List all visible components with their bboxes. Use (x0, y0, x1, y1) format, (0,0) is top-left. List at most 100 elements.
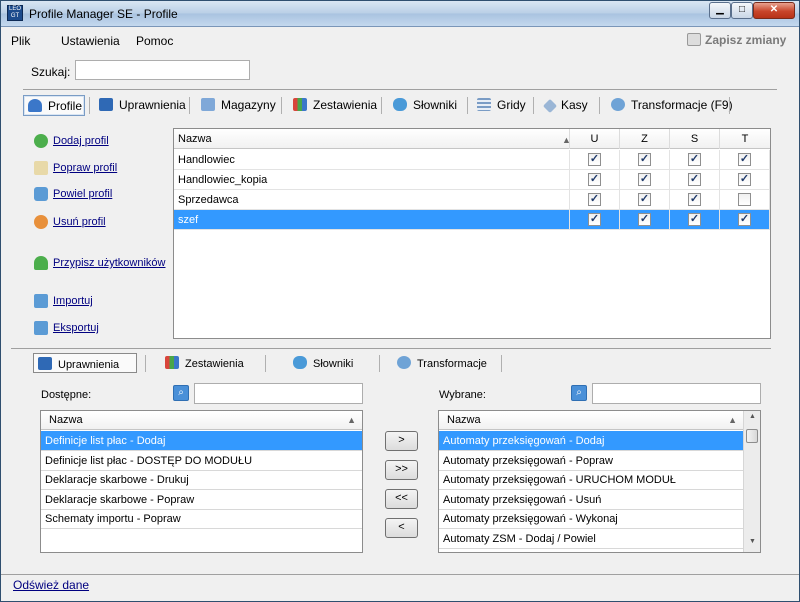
list-item[interactable]: Automaty przeksięgowań - Wykonaj (439, 509, 743, 529)
permission-checkbox[interactable]: ✓ (638, 213, 651, 226)
tab-slowniki[interactable]: Słowniki (393, 95, 457, 116)
scrollbar[interactable]: ▲ ▼ (743, 411, 760, 552)
transform-icon (397, 356, 411, 369)
menu-plik[interactable]: Plik (11, 34, 30, 48)
tab-uprawnienia[interactable]: Uprawnienia (99, 95, 186, 116)
selected-label: Wybrane: (439, 389, 486, 401)
import-link[interactable]: Importuj (53, 295, 93, 307)
edit-profile-link[interactable]: Popraw profil (53, 162, 117, 174)
profile-name-cell: Handlowiec_kopia (174, 170, 570, 190)
list-item[interactable]: Automaty przeksięgowań - Dodaj (439, 431, 743, 451)
tab-gridy[interactable]: Gridy (477, 95, 526, 116)
divider (11, 348, 771, 349)
check-cell: ✓ (670, 190, 720, 210)
export-link[interactable]: Eksportuj (53, 322, 99, 334)
tab-transformacje[interactable]: Transformacje (F9) (611, 95, 733, 116)
maximize-button[interactable]: □ (731, 2, 753, 19)
dictionary-icon (293, 356, 307, 369)
selected-search-icon[interactable]: ⌕ (571, 385, 587, 401)
close-button[interactable]: ✕ (753, 2, 795, 19)
tab-separator (145, 355, 146, 372)
minimize-button[interactable]: ▁ (709, 2, 731, 19)
permission-checkbox[interactable]: ✓ (688, 193, 701, 206)
title-bar[interactable]: LEO GT Profile Manager SE - Profile ▁ □ ✕ (1, 1, 799, 27)
permissions-icon (38, 357, 52, 370)
permission-checkbox[interactable]: ✓ (688, 213, 701, 226)
column-header-nazwa[interactable]: Nazwa (174, 129, 570, 149)
column-header-t[interactable]: T (720, 129, 770, 149)
grid-row[interactable]: Handlowiec_kopia ✓ ✓ ✓ ✓ (174, 170, 770, 190)
add-all-button[interactable]: >> (385, 460, 418, 480)
tab-magazyny[interactable]: Magazyny (201, 95, 276, 116)
list-item[interactable]: Definicje list płac - DOSTĘP DO MODUŁU (41, 451, 362, 471)
status-bar: Odśwież dane (1, 574, 799, 602)
duplicate-profile-link[interactable]: Powiel profil (53, 188, 112, 200)
assign-users-link[interactable]: Przypisz użytkowników (53, 257, 165, 269)
column-header-s[interactable]: S (670, 129, 720, 149)
tab-label: Uprawnienia (119, 98, 186, 112)
permission-checkbox[interactable]: ✓ (688, 153, 701, 166)
menu-ustawienia[interactable]: Ustawienia (61, 34, 120, 48)
permission-checkbox[interactable]: ✓ (638, 173, 651, 186)
scroll-thumb[interactable] (746, 429, 758, 443)
list-item[interactable]: Automaty ZSM - Dodaj / Powiel (439, 529, 743, 549)
remove-item-button[interactable]: < (385, 518, 418, 538)
divider (23, 89, 777, 90)
subtab-slowniki[interactable]: Słowniki (293, 353, 353, 373)
edit-icon (34, 161, 48, 175)
selected-list-header[interactable]: Nazwa ▲ (439, 411, 743, 430)
tab-kasy[interactable]: Kasy (542, 95, 588, 116)
permission-checkbox[interactable]: ✓ (588, 213, 601, 226)
scroll-up-icon[interactable]: ▲ (745, 413, 760, 425)
list-item[interactable]: Automaty przeksięgowań - Popraw (439, 451, 743, 471)
delete-profile-link[interactable]: Usuń profil (53, 216, 106, 228)
permission-checkbox[interactable]: ✓ (738, 213, 751, 226)
available-list-header[interactable]: Nazwa ▲ (41, 411, 362, 430)
grid-row[interactable]: Handlowiec ✓ ✓ ✓ ✓ (174, 150, 770, 170)
tab-label: Transformacje (F9) (631, 98, 733, 112)
search-input[interactable] (75, 60, 250, 80)
available-search-icon[interactable]: ⌕ (173, 385, 189, 401)
list-item[interactable]: Automaty przeksięgowań - URUCHOM MODUŁ (439, 470, 743, 490)
permission-checkbox[interactable]: ✓ (588, 153, 601, 166)
selected-search-input[interactable] (592, 383, 761, 404)
add-icon (34, 134, 48, 148)
save-changes-button[interactable]: Zapisz zmiany (687, 33, 786, 47)
column-header-u[interactable]: U (570, 129, 620, 149)
subtab-uprawnienia[interactable]: Uprawnienia (33, 353, 137, 373)
refresh-data-link[interactable]: Odśwież dane (13, 578, 89, 592)
list-item[interactable]: Schematy importu - Popraw (41, 509, 362, 529)
permission-checkbox[interactable]: ✓ (738, 173, 751, 186)
list-item[interactable]: Deklaracje skarbowe - Popraw (41, 490, 362, 510)
subtab-zestawienia[interactable]: Zestawienia (165, 353, 244, 373)
transform-icon (611, 98, 625, 111)
permission-checkbox[interactable]: ✓ (688, 173, 701, 186)
remove-all-button[interactable]: << (385, 489, 418, 509)
permission-checkbox[interactable]: ✓ (588, 193, 601, 206)
list-item[interactable]: Deklaracje skarbowe - Drukuj (41, 470, 362, 490)
permission-checkbox[interactable]: ✓ (638, 193, 651, 206)
permission-checkbox[interactable]: ✓ (588, 173, 601, 186)
check-cell: ✓ (570, 210, 620, 230)
add-profile-link[interactable]: Dodaj profil (53, 135, 109, 147)
scroll-down-icon[interactable]: ▼ (745, 538, 760, 550)
tag-icon (542, 98, 558, 114)
tab-profile[interactable]: Profile (23, 95, 85, 116)
check-cell: ✓ (720, 170, 770, 190)
chart-icon (293, 98, 307, 111)
list-item[interactable]: Definicje list płac - Dodaj (41, 431, 362, 451)
list-item[interactable]: Automaty przeksięgowań - Usuń (439, 490, 743, 510)
permission-checkbox[interactable] (738, 193, 751, 206)
menu-pomoc[interactable]: Pomoc (136, 34, 173, 48)
add-item-button[interactable]: > (385, 431, 418, 451)
available-search-input[interactable] (194, 383, 363, 404)
column-header-z[interactable]: Z (620, 129, 670, 149)
permission-checkbox[interactable]: ✓ (638, 153, 651, 166)
permission-checkbox[interactable]: ✓ (738, 153, 751, 166)
tab-separator (265, 355, 266, 372)
tab-zestawienia[interactable]: Zestawienia (293, 95, 377, 116)
assign-users-icon (34, 256, 48, 270)
grid-row[interactable]: Sprzedawca ✓ ✓ ✓ (174, 190, 770, 210)
grid-row[interactable]: szef ✓ ✓ ✓ ✓ (174, 210, 770, 230)
subtab-transformacje[interactable]: Transformacje (397, 353, 487, 373)
